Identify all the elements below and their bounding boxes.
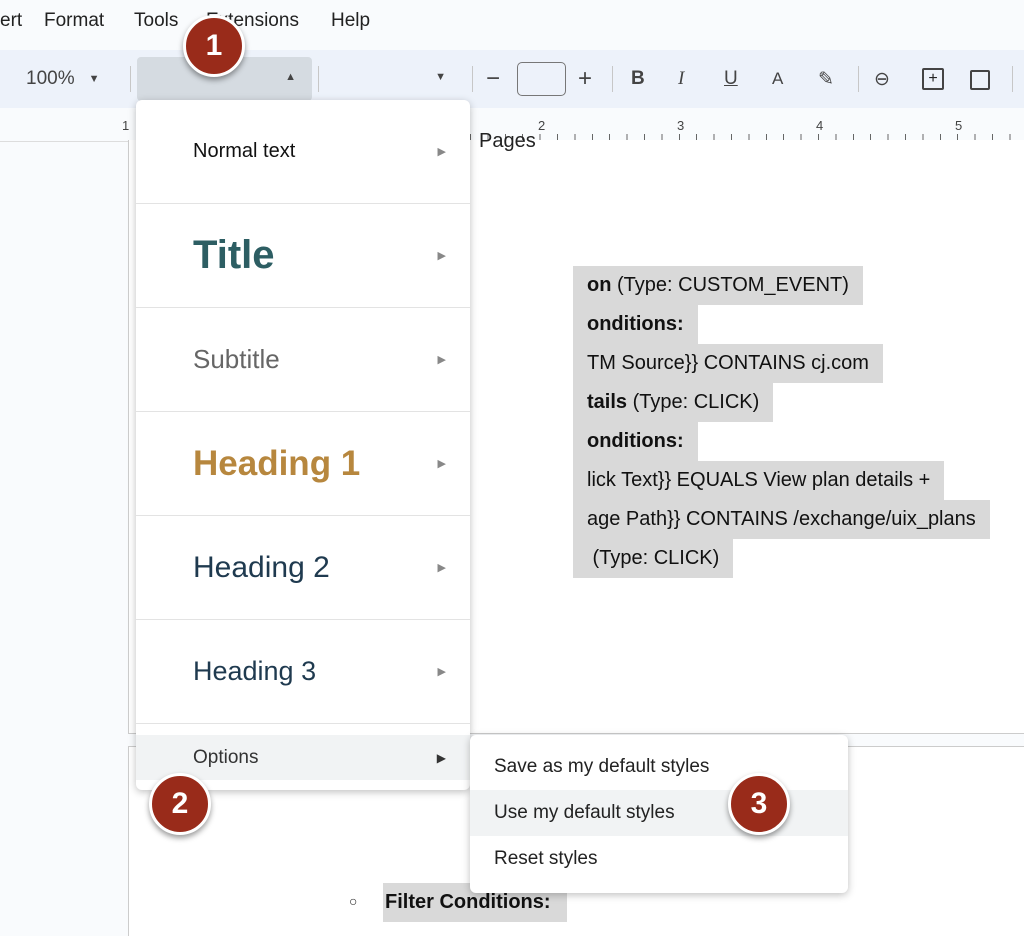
step-badge-3: 3 [728,773,790,835]
divider [1012,66,1013,92]
decrease-font-size-button[interactable]: − [486,50,500,108]
bullet-hollow-icon: ○ [349,893,358,909]
style-heading-3[interactable]: Heading 3 ▶ [136,620,470,724]
ruler-tick: 4 [816,118,824,133]
divider [472,66,473,92]
submenu-arrow-icon: ▶ [437,562,446,574]
style-subtitle[interactable]: Subtitle ▶ [136,308,470,412]
divider [612,66,613,92]
chevron-up-icon: ▲ [285,71,296,83]
divider [130,66,131,92]
font-size-input[interactable] [517,62,566,96]
text-color-button[interactable]: A [772,50,783,108]
divider [318,66,319,92]
style-heading-1[interactable]: Heading 1 ▶ [136,412,470,516]
options-submenu: Save as my default styles Use my default… [470,735,848,893]
zoom-value: 100% [26,68,75,89]
zoom-select[interactable]: 100% ▼ [26,50,100,108]
style-normal-text[interactable]: Normal text ▶ [136,100,470,204]
use-default-styles-item[interactable]: Use my default styles [470,790,848,836]
doc-line: age Path}} CONTAINS /exchange/uix_plans [573,500,990,539]
doc-line: on (Type: CUSTOM_EVENT) [573,266,863,305]
step-badge-1: 1 [183,15,245,77]
underline-button[interactable]: U [724,50,738,108]
doc-line: onditions: [573,422,698,461]
submenu-arrow-icon: ▶ [437,354,446,366]
divider [858,66,859,92]
menu-insert[interactable]: ert [0,10,22,32]
menu-format[interactable]: Format [44,10,104,32]
submenu-arrow-icon: ▶ [437,666,446,678]
chevron-down-icon: ▼ [435,71,446,83]
doc-line: tails (Type: CLICK) [573,383,774,422]
ruler-tick: 2 [538,118,546,133]
add-comment-icon[interactable]: + [922,68,944,90]
save-default-styles-item[interactable]: Save as my default styles [470,744,848,790]
highlight-pen-icon[interactable]: ✎ [818,50,834,108]
styles-dropdown-menu: Normal text ▶ Title ▶ Subtitle ▶ Heading 1 ▶… [136,100,470,790]
ruler-tick: 5 [955,118,963,133]
doc-line: onditions: [573,305,698,344]
doc-line: lick Text}} EQUALS View plan details + [573,461,945,500]
submenu-arrow-icon: ▶ [437,250,446,262]
menu-bar: ert Format Tools Extensions Help [0,0,1024,48]
reset-styles-item[interactable]: Reset styles [470,836,848,882]
doc-line: (Type: CLICK) [573,539,734,578]
doc-heading-partial: Pages [479,130,536,152]
style-title[interactable]: Title ▶ [136,204,470,308]
chevron-down-icon: ▼ [88,73,100,85]
submenu-arrow-icon: ▶ [437,458,446,470]
submenu-arrow-icon: ▶ [436,750,446,765]
ruler-tick: 1 [122,118,130,133]
menu-tools[interactable]: Tools [134,10,178,32]
font-select[interactable]: ▼ [320,57,460,101]
insert-image-icon[interactable] [970,70,990,90]
bold-button[interactable]: B [631,50,645,108]
step-badge-2: 2 [149,773,211,835]
submenu-arrow-icon: ▶ [437,146,446,158]
doc-line: TM Source}} CONTAINS cj.com [573,344,883,383]
italic-button[interactable]: I [678,50,684,108]
ruler-tick: 3 [677,118,685,133]
link-icon[interactable]: ⊖ [874,50,890,108]
increase-font-size-button[interactable]: + [578,50,592,108]
menu-help[interactable]: Help [331,10,370,32]
style-heading-2[interactable]: Heading 2 ▶ [136,516,470,620]
